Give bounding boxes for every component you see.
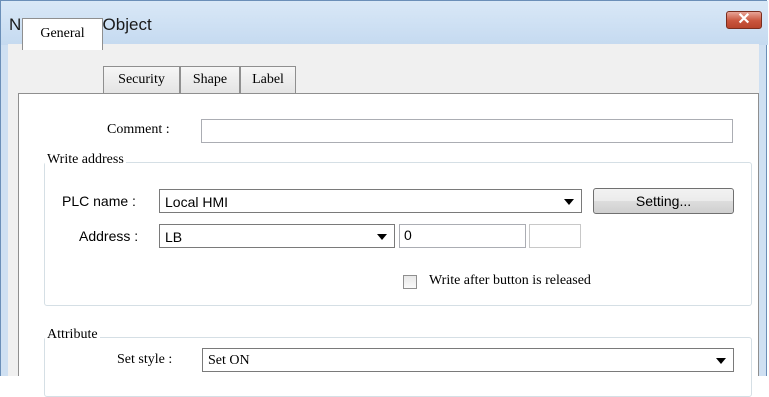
tab-security[interactable]: Security: [103, 66, 180, 94]
set-style-value: Set ON: [208, 353, 250, 368]
chevron-down-icon: [564, 199, 574, 205]
tab-shape-label: Shape: [192, 72, 228, 87]
close-icon: ✕: [737, 11, 751, 28]
tab-security-label: Security: [118, 72, 165, 87]
chevron-down-icon: [716, 358, 726, 364]
address-value-field[interactable]: 0: [399, 224, 526, 248]
comment-label: Comment :: [107, 122, 170, 137]
general-tab-panel: Comment : Write address PLC name : Local…: [18, 93, 759, 397]
write-after-release-label: Write after button is released: [429, 273, 591, 288]
chevron-down-icon: [377, 234, 387, 240]
write-address-group: [44, 162, 752, 306]
tab-shape[interactable]: Shape: [180, 66, 240, 94]
plc-name-value: Local HMI: [165, 194, 229, 210]
close-button[interactable]: ✕: [726, 11, 762, 29]
tab-label[interactable]: Label: [240, 66, 296, 94]
tab-general-label: General: [40, 26, 85, 41]
set-style-select[interactable]: Set ON: [202, 348, 734, 372]
setting-button[interactable]: Setting...: [593, 188, 734, 214]
setting-button-label: Setting...: [635, 193, 692, 209]
address-type-select[interactable]: LB: [159, 224, 395, 248]
set-style-label: Set style :: [117, 352, 173, 367]
write-address-legend: Write address: [45, 152, 126, 168]
comment-field[interactable]: [201, 119, 733, 143]
write-after-release-checkbox[interactable]: [403, 275, 417, 289]
title-bar[interactable]: New Set Bit Object ✕: [1, 1, 768, 45]
plc-name-label: PLC name :: [62, 193, 136, 209]
address-label: Address :: [79, 228, 139, 244]
attribute-legend: Attribute: [45, 327, 100, 343]
address-type-value: LB: [165, 229, 183, 245]
tab-label-label: Label: [252, 72, 284, 87]
address-value: 0: [404, 227, 412, 243]
plc-name-select[interactable]: Local HMI: [159, 189, 582, 213]
address-extra-field[interactable]: [529, 224, 581, 248]
tab-general[interactable]: General: [22, 18, 103, 50]
